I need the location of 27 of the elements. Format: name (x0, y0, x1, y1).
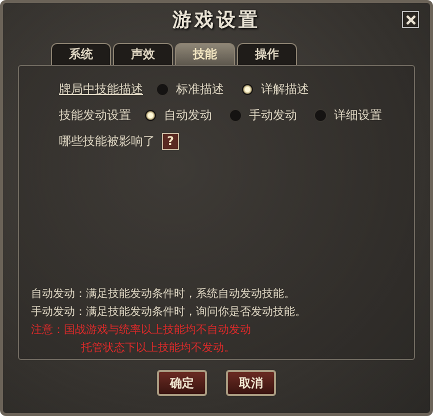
note-text: 托管状态下以上技能均不发动。 (81, 340, 236, 356)
dialog-button[interactable]: 取消 (226, 370, 276, 396)
tab[interactable]: 系统 (51, 43, 111, 65)
option-label[interactable]: 手动发动 (249, 106, 297, 124)
note-text: 自动发动：满足技能发动条件时，系统自动发动技能。 (31, 286, 296, 302)
setting-label: 技能发动设置 (59, 106, 131, 124)
setting-label: 哪些技能被影响了 (59, 132, 155, 150)
option-label[interactable]: 详解描述 (261, 80, 309, 98)
option-label[interactable]: 自动发动 (164, 106, 212, 124)
tab[interactable]: 操作 (237, 43, 297, 65)
dialog-button[interactable]: 确定 (157, 370, 207, 396)
radio-button[interactable] (144, 108, 157, 122)
close-icon (404, 14, 416, 26)
setting-label: 牌局中技能描述 (59, 80, 143, 98)
window-title: 游戏设置 (172, 8, 260, 33)
option-label[interactable]: 详细设置 (334, 106, 382, 124)
option-label[interactable]: 标准描述 (176, 80, 224, 98)
close-button[interactable] (402, 11, 419, 28)
note-text: 手动发动：满足技能发动条件时，询问你是否发动技能。 (31, 304, 307, 320)
radio-button[interactable] (229, 108, 242, 122)
radio-button[interactable] (156, 82, 169, 96)
help-button[interactable]: ? (162, 132, 179, 150)
tab[interactable]: 声效 (113, 43, 173, 65)
tab[interactable]: 技能 (175, 43, 235, 65)
radio-button[interactable] (314, 108, 327, 122)
note-text: 注意：国战游戏与统率以上技能均不自动发动 (31, 322, 252, 338)
radio-button[interactable] (241, 82, 254, 96)
